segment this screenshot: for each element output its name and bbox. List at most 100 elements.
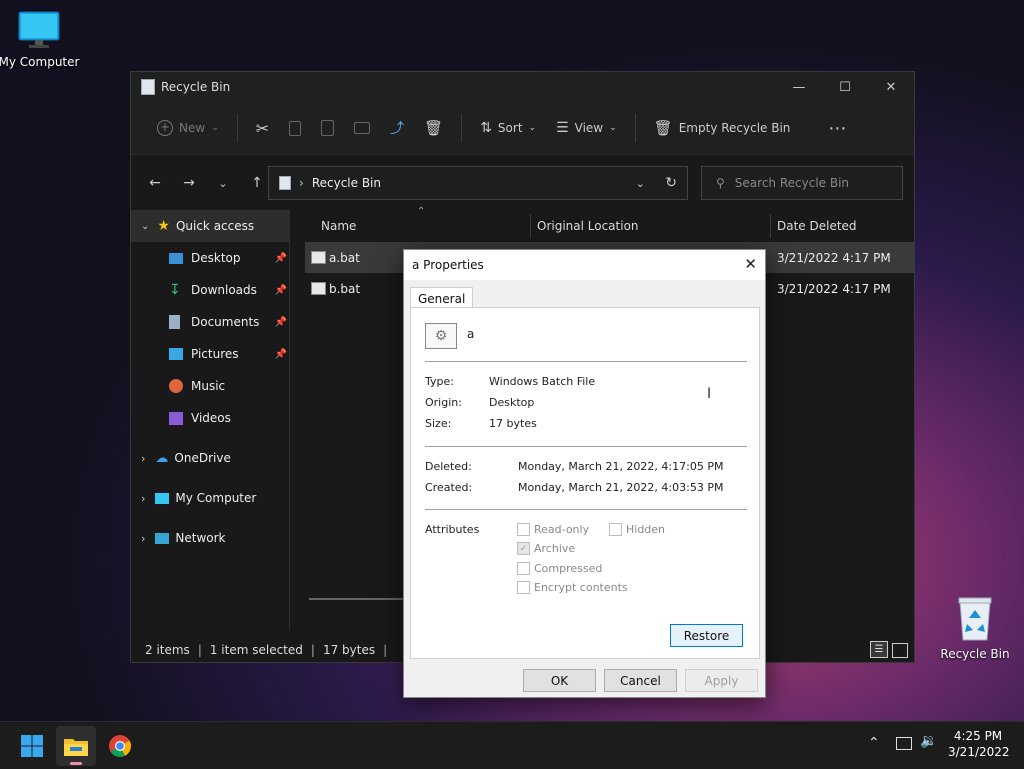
start-button[interactable] bbox=[12, 726, 52, 766]
checkbox-label: Read-only bbox=[534, 523, 590, 536]
taskbar-file-explorer[interactable] bbox=[56, 726, 96, 766]
share-button[interactable]: ⤴ bbox=[382, 112, 412, 144]
status-separator: | bbox=[197, 643, 202, 657]
column-headers: Name ⌃ Original Location Date Deleted bbox=[301, 206, 914, 242]
pane-divider[interactable] bbox=[289, 210, 290, 630]
encrypt-checkbox[interactable]: Encrypt contents bbox=[517, 581, 628, 594]
close-button[interactable]: ✕ bbox=[868, 72, 914, 102]
type-value: Windows Batch File bbox=[489, 375, 596, 388]
copy-button[interactable] bbox=[281, 112, 309, 144]
tiles-view-button[interactable] bbox=[892, 643, 908, 658]
title-bar[interactable]: Recycle Bin — ☐ ✕ bbox=[131, 72, 914, 102]
back-button[interactable]: ← bbox=[141, 169, 169, 197]
taskbar-chrome[interactable] bbox=[100, 726, 140, 766]
delete-button[interactable]: 🗑 bbox=[416, 112, 451, 144]
search-box[interactable]: ⚲ Search Recycle Bin bbox=[701, 166, 903, 200]
network-status-icon[interactable] bbox=[896, 737, 912, 750]
sort-button[interactable]: ⇅ Sort ⌄ bbox=[472, 112, 544, 144]
breadcrumb-separator-icon: › bbox=[299, 176, 304, 190]
cut-button[interactable]: ✂ bbox=[248, 112, 277, 144]
clipboard-icon bbox=[321, 120, 335, 136]
archive-checkbox[interactable]: ✓ Archive bbox=[517, 542, 575, 555]
arrow-left-icon: ← bbox=[149, 175, 161, 191]
maximize-button[interactable]: ☐ bbox=[822, 72, 868, 102]
recycle-bin-icon bbox=[958, 597, 992, 641]
sidebar-item-desktop[interactable]: Desktop 📌 bbox=[131, 242, 289, 274]
file-name: a.bat bbox=[329, 250, 360, 265]
sidebar-item-music[interactable]: Music bbox=[131, 370, 289, 402]
sidebar-item-label: Documents bbox=[191, 315, 260, 329]
read-only-checkbox[interactable]: Read-only bbox=[517, 523, 589, 536]
sidebar-item-pictures[interactable]: Pictures 📌 bbox=[131, 338, 289, 370]
expand-chevron-icon: › bbox=[141, 451, 146, 465]
chevron-down-icon: ⌄ bbox=[528, 123, 537, 133]
sidebar-item-onedrive[interactable]: › ☁ OneDrive bbox=[131, 442, 289, 474]
breadcrumb-recycle-bin[interactable]: Recycle Bin bbox=[312, 176, 381, 190]
desktop-icon-recycle-bin[interactable]: Recycle Bin bbox=[933, 596, 1017, 661]
up-button[interactable]: ↑ bbox=[243, 169, 271, 197]
view-button[interactable]: ☰ View ⌄ bbox=[548, 112, 625, 144]
checkbox-box bbox=[517, 562, 530, 575]
sidebar-item-label: Network bbox=[175, 531, 226, 545]
restore-button[interactable]: Restore bbox=[670, 624, 743, 647]
details-view-button[interactable]: ☰ bbox=[870, 641, 888, 658]
forward-button[interactable]: → bbox=[175, 169, 203, 197]
dialog-title-bar[interactable]: a Properties ✕ bbox=[404, 250, 765, 280]
sidebar-item-network[interactable]: › Network bbox=[131, 522, 289, 554]
checkbox-box bbox=[517, 581, 530, 594]
checkmark-icon: ✓ bbox=[517, 542, 530, 555]
scissors-icon: ✂ bbox=[255, 118, 270, 138]
sidebar-item-quick-access[interactable]: ⌄ ★ Quick access bbox=[131, 210, 289, 242]
documents-icon bbox=[169, 315, 180, 329]
tab-general[interactable]: General bbox=[410, 287, 474, 309]
share-icon: ⤴ bbox=[390, 121, 405, 137]
status-item-count: 2 items bbox=[145, 643, 190, 657]
apply-button[interactable]: Apply bbox=[685, 669, 758, 692]
dialog-title: a Properties bbox=[412, 258, 484, 272]
pin-icon: 📌 bbox=[274, 348, 287, 360]
deleted-value: Monday, March 21, 2022, 4:17:05 PM bbox=[518, 460, 724, 473]
origin-label: Origin: bbox=[425, 396, 462, 409]
sidebar-item-downloads[interactable]: ↧ Downloads 📌 bbox=[131, 274, 289, 306]
dialog-close-button[interactable]: ✕ bbox=[744, 255, 757, 273]
column-divider[interactable] bbox=[770, 214, 771, 238]
more-options-button[interactable]: ⋯ bbox=[820, 112, 855, 144]
search-placeholder: Search Recycle Bin bbox=[734, 176, 850, 190]
new-button[interactable]: + New ⌄ bbox=[149, 112, 227, 144]
rename-button[interactable] bbox=[346, 112, 378, 144]
recent-locations-button[interactable]: ⌄ bbox=[209, 169, 237, 197]
trash-icon: 🗑 bbox=[424, 119, 444, 137]
compressed-checkbox[interactable]: Compressed bbox=[517, 562, 602, 575]
size-label: Size: bbox=[425, 417, 452, 430]
column-divider[interactable] bbox=[530, 214, 531, 238]
file-date-deleted: 3/21/2022 4:17 PM bbox=[777, 250, 891, 265]
checkbox-box bbox=[517, 523, 530, 536]
minimize-button[interactable]: — bbox=[776, 72, 822, 102]
address-dropdown-icon[interactable]: ⌄ bbox=[636, 177, 645, 190]
clock[interactable]: 4:25 PM 3/21/2022 bbox=[948, 728, 1010, 760]
hidden-checkbox[interactable]: Hidden bbox=[609, 523, 665, 536]
toolbar-separator bbox=[634, 114, 636, 142]
address-bar[interactable]: › Recycle Bin ⌄ ↻ bbox=[268, 166, 688, 200]
sort-icon: ⇅ bbox=[480, 120, 492, 136]
refresh-icon[interactable]: ↻ bbox=[665, 175, 677, 191]
pin-icon: 📌 bbox=[274, 252, 287, 264]
empty-recycle-bin-button[interactable]: 🗑 Empty Recycle Bin bbox=[646, 112, 799, 144]
sidebar-item-label: Videos bbox=[191, 411, 231, 425]
cancel-button[interactable]: Cancel bbox=[604, 669, 677, 692]
network-icon bbox=[155, 532, 170, 544]
created-label: Created: bbox=[425, 481, 473, 494]
sidebar-item-videos[interactable]: Videos bbox=[131, 402, 289, 434]
column-header-name[interactable]: Name bbox=[321, 219, 356, 233]
sidebar-item-documents[interactable]: Documents 📌 bbox=[131, 306, 289, 338]
column-header-original-location[interactable]: Original Location bbox=[537, 219, 639, 233]
column-header-date-deleted[interactable]: Date Deleted bbox=[777, 219, 857, 233]
sidebar-item-my-computer[interactable]: › My Computer bbox=[131, 482, 289, 514]
paste-button[interactable] bbox=[313, 112, 342, 144]
volume-icon[interactable]: 🔉 bbox=[920, 733, 937, 749]
ok-button[interactable]: OK bbox=[523, 669, 596, 692]
show-hidden-icons-chevron[interactable]: ⌃ bbox=[868, 735, 880, 751]
general-tab-panel: ⚙ a Type: Windows Batch File Origin: Des… bbox=[410, 307, 760, 659]
desktop-icon-my-computer[interactable]: My Computer bbox=[0, 10, 81, 69]
desktop-icon-label: My Computer bbox=[0, 55, 80, 69]
